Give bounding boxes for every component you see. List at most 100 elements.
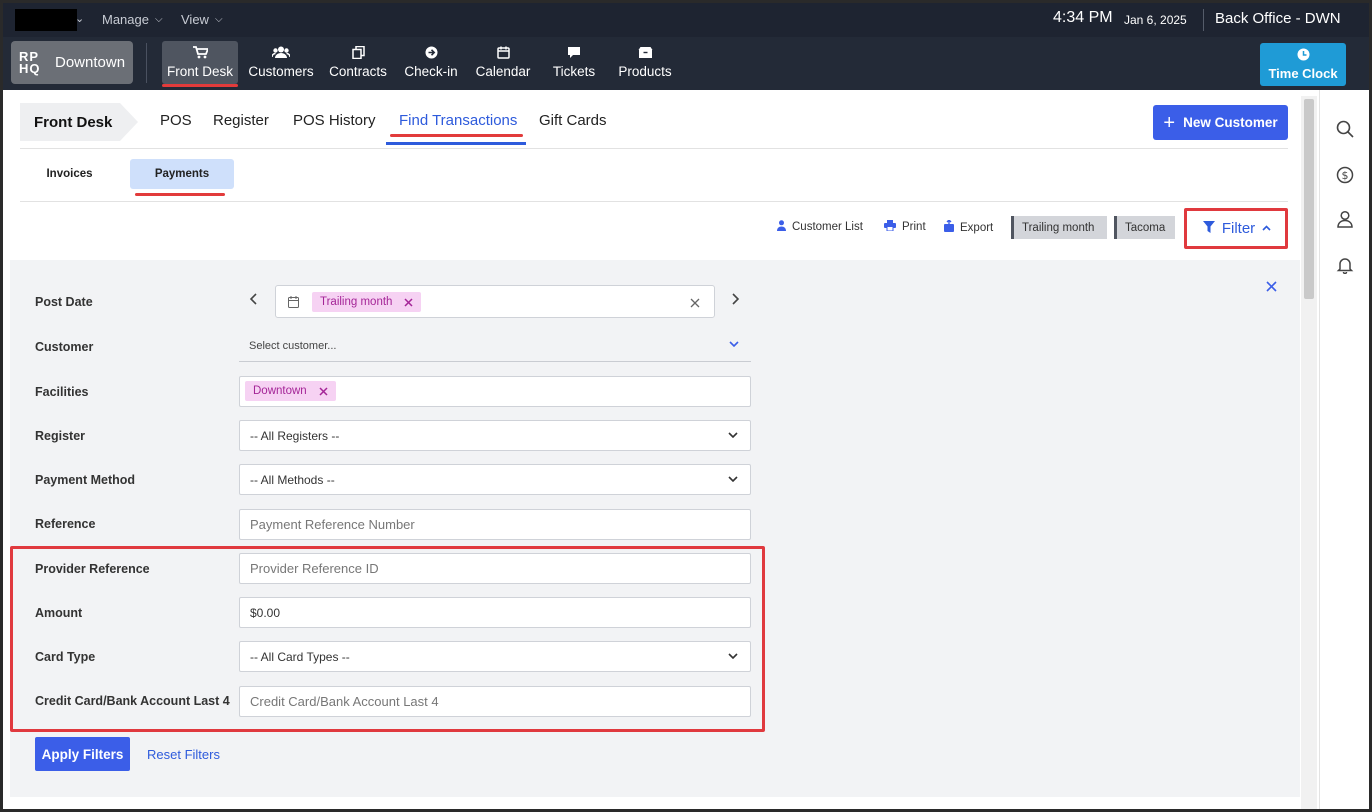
cart-icon xyxy=(192,46,209,62)
tab-pos[interactable]: POS xyxy=(160,112,192,129)
provider-reference-input[interactable]: Provider Reference ID xyxy=(239,553,751,584)
customer-list-button[interactable]: Customer List xyxy=(777,220,863,234)
nav-label: Customers xyxy=(248,64,314,79)
plus-icon: + xyxy=(1163,111,1176,134)
chevron-down-icon[interactable]: ⌄ xyxy=(75,12,84,25)
print-button[interactable]: Print xyxy=(884,220,926,234)
nav-contracts[interactable]: Contracts xyxy=(326,41,390,84)
app-window: ⌄ Manage ⌵ View ⌵ 4:34 PM Jan 6, 2025 Ba… xyxy=(0,0,1372,812)
tab-register[interactable]: Register xyxy=(213,112,269,129)
chevron-down-icon: ⌵ xyxy=(154,14,163,25)
nav-customers[interactable]: Customers xyxy=(246,41,316,84)
clock-icon xyxy=(1297,48,1310,64)
subtab-payments[interactable]: Payments xyxy=(130,159,234,189)
nav-products[interactable]: Products xyxy=(615,41,675,84)
reference-label: Reference xyxy=(35,517,96,531)
main-nav: RP HQ Downtown Front Desk Customers Contr… xyxy=(3,37,1369,90)
right-rail: $ xyxy=(1319,90,1369,809)
chevron-right-icon[interactable] xyxy=(732,292,740,309)
register-select[interactable]: -- All Registers -- xyxy=(239,420,751,451)
calendar-icon xyxy=(496,46,510,62)
period-chip[interactable]: Trailing month xyxy=(1011,216,1107,239)
calendar-icon xyxy=(288,295,299,313)
funnel-icon xyxy=(1202,220,1215,237)
location-switcher[interactable]: RP HQ Downtown xyxy=(11,41,133,84)
provider-reference-placeholder: Provider Reference ID xyxy=(250,561,379,576)
time-clock-label: Time Clock xyxy=(1268,66,1338,81)
manage-menu[interactable]: Manage ⌵ xyxy=(102,12,163,27)
payment-method-select-value: -- All Methods -- xyxy=(250,472,335,487)
view-menu[interactable]: View ⌵ xyxy=(181,12,223,27)
divider xyxy=(146,43,147,83)
time-clock-button[interactable]: Time Clock xyxy=(1260,43,1346,86)
redacted-account-box[interactable] xyxy=(15,9,77,31)
export-label: Export xyxy=(960,221,994,234)
location-chip[interactable]: Tacoma xyxy=(1114,216,1175,239)
last4-placeholder: Credit Card/Bank Account Last 4 xyxy=(250,694,439,709)
contracts-icon xyxy=(351,45,365,62)
breadcrumb-label: Front Desk xyxy=(34,114,113,131)
active-tab-indicator xyxy=(386,142,526,145)
manage-menu-label: Manage xyxy=(102,12,149,27)
amount-label: Amount xyxy=(35,606,83,620)
divider xyxy=(20,201,1288,202)
card-type-select[interactable]: -- All Card Types -- xyxy=(239,641,751,672)
dollar-icon[interactable]: $ xyxy=(1320,166,1369,189)
post-date-tag: Trailing month xyxy=(312,292,422,312)
divider xyxy=(20,148,1288,149)
chevron-down-icon xyxy=(728,430,738,441)
check-in-icon xyxy=(425,46,438,62)
remove-tag-icon[interactable] xyxy=(404,295,413,310)
nav-tickets[interactable]: Tickets xyxy=(545,41,603,84)
new-customer-button[interactable]: + New Customer xyxy=(1153,105,1288,140)
amount-input[interactable]: $0.00 xyxy=(239,597,751,628)
card-type-label: Card Type xyxy=(35,650,96,664)
last4-input[interactable]: Credit Card/Bank Account Last 4 xyxy=(239,686,751,717)
close-icon[interactable] xyxy=(1266,279,1277,297)
export-button[interactable]: Export xyxy=(944,219,994,235)
clear-icon[interactable] xyxy=(690,295,700,313)
box-icon xyxy=(638,46,653,62)
office-name[interactable]: Back Office - DWN xyxy=(1215,10,1341,27)
register-select-value: -- All Registers -- xyxy=(250,428,340,443)
breadcrumb[interactable]: Front Desk xyxy=(20,103,138,141)
nav-check-in[interactable]: Check-in xyxy=(401,41,461,84)
bell-icon[interactable] xyxy=(1320,256,1369,279)
tab-gift-cards[interactable]: Gift Cards xyxy=(539,112,607,129)
customer-select[interactable]: Select customer... xyxy=(239,331,751,362)
user-icon xyxy=(777,220,786,234)
remove-tag-icon[interactable] xyxy=(319,384,328,399)
reset-filters-link[interactable]: Reset Filters xyxy=(147,747,220,762)
clock-date: Jan 6, 2025 xyxy=(1124,13,1187,27)
nav-front-desk[interactable]: Front Desk xyxy=(162,41,238,84)
payment-method-select[interactable]: -- All Methods -- xyxy=(239,464,751,495)
export-icon xyxy=(944,219,954,235)
facility-tag-label: Downtown xyxy=(253,385,307,397)
chevron-up-icon xyxy=(1262,222,1271,234)
divider xyxy=(1203,9,1204,31)
brand-name: Downtown xyxy=(55,54,126,71)
subtab-invoices[interactable]: Invoices xyxy=(22,159,117,189)
reference-input[interactable]: Payment Reference Number xyxy=(239,509,751,540)
nav-calendar[interactable]: Calendar xyxy=(473,41,533,84)
tab-find-transactions[interactable]: Find Transactions xyxy=(399,112,517,129)
facilities-label: Facilities xyxy=(35,385,89,399)
apply-filters-button[interactable]: Apply Filters xyxy=(35,737,130,771)
card-type-select-value: -- All Card Types -- xyxy=(250,649,350,664)
clock-time: 4:34 PM xyxy=(1053,9,1113,26)
search-icon[interactable] xyxy=(1320,120,1369,143)
post-date-label: Post Date xyxy=(35,295,93,309)
user-icon[interactable] xyxy=(1320,210,1369,233)
filter-toggle-button[interactable]: Filter xyxy=(1189,211,1285,245)
last4-label: Credit Card/Bank Account Last 4 xyxy=(35,694,230,708)
chevron-left-icon[interactable] xyxy=(249,292,257,309)
payment-method-label: Payment Method xyxy=(35,473,136,487)
highlight-underline xyxy=(390,134,523,137)
tab-pos-history[interactable]: POS History xyxy=(293,112,376,129)
nav-label: Contracts xyxy=(329,64,387,79)
customer-label: Customer xyxy=(35,340,94,354)
highlight-underline xyxy=(135,193,225,196)
nav-label: Tickets xyxy=(552,64,596,79)
scrollbar-thumb[interactable] xyxy=(1304,99,1314,299)
chevron-down-icon xyxy=(729,339,739,350)
